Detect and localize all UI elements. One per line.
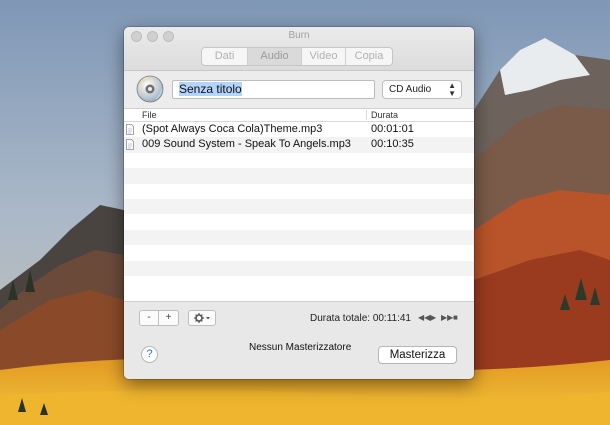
updown-arrows-icon: ▲ ▼ xyxy=(448,81,456,98)
empty-row xyxy=(124,153,474,168)
empty-row xyxy=(124,168,474,184)
audio-file-icon xyxy=(126,124,134,135)
column-header-file[interactable]: File xyxy=(142,110,157,120)
tab-video[interactable]: Video xyxy=(302,48,346,65)
burn-button[interactable]: Masterizza xyxy=(378,346,457,364)
cd-disc-icon xyxy=(136,75,164,103)
disc-name-value: Senza titolo xyxy=(179,82,242,96)
help-button[interactable]: ? xyxy=(141,346,158,363)
file-name: 009 Sound System - Speak To Angels.mp3 xyxy=(142,138,351,151)
play-icon[interactable]: ▶ xyxy=(430,313,436,323)
table-header: File Durata xyxy=(124,109,474,122)
file-duration: 00:01:01 xyxy=(371,123,414,135)
empty-row xyxy=(124,214,474,229)
file-duration: 00:10:35 xyxy=(371,138,414,151)
stop-icon[interactable]: ■ xyxy=(453,313,458,323)
file-table[interactable]: File Durata (Spot Always Coca Cola)Theme… xyxy=(124,108,474,301)
empty-row xyxy=(124,184,474,199)
gear-icon xyxy=(194,313,210,323)
tab-copia[interactable]: Copia xyxy=(346,48,392,65)
fast-forward-icon[interactable]: ▶▶ xyxy=(441,313,453,323)
empty-row xyxy=(124,198,474,215)
table-body: (Spot Always Coca Cola)Theme.mp3 00:01:0… xyxy=(124,122,474,291)
empty-row xyxy=(124,245,474,260)
burn-window: Burn Dati Audio Video Copia Senza titolo… xyxy=(124,27,474,379)
add-file-button[interactable]: + xyxy=(159,310,179,326)
disc-type-select[interactable]: CD Audio ▲ ▼ xyxy=(382,80,462,99)
mode-tabs: Dati Audio Video Copia xyxy=(201,47,393,66)
burner-status: Nessun Masterizzatore xyxy=(249,342,352,353)
action-menu-button[interactable] xyxy=(188,310,216,326)
tab-dati[interactable]: Dati xyxy=(202,48,248,65)
table-row[interactable]: (Spot Always Coca Cola)Theme.mp3 00:01:0… xyxy=(124,122,474,137)
column-divider xyxy=(366,110,367,120)
window-title: Burn xyxy=(288,30,310,41)
rewind-icon[interactable]: ◀◀ xyxy=(418,313,430,323)
empty-row xyxy=(124,229,474,246)
empty-row xyxy=(124,276,474,291)
tab-audio[interactable]: Audio xyxy=(248,48,302,65)
disc-name-input[interactable]: Senza titolo xyxy=(172,80,375,99)
audio-file-icon xyxy=(126,139,134,151)
column-header-duration[interactable]: Durata xyxy=(371,110,398,120)
bottom-bar: - + Durata totale: 00:11:41 ◀◀ ▶ ▶▶ ■ ? … xyxy=(124,301,474,379)
empty-row xyxy=(124,260,474,276)
disc-type-value: CD Audio xyxy=(389,84,432,95)
title-bar[interactable]: Burn Dati Audio Video Copia xyxy=(124,27,474,71)
file-name: (Spot Always Coca Cola)Theme.mp3 xyxy=(142,123,323,135)
total-duration-label: Durata totale: 00:11:41 xyxy=(310,313,411,324)
table-row[interactable]: 009 Sound System - Speak To Angels.mp3 0… xyxy=(124,137,474,153)
remove-file-button[interactable]: - xyxy=(139,310,159,326)
